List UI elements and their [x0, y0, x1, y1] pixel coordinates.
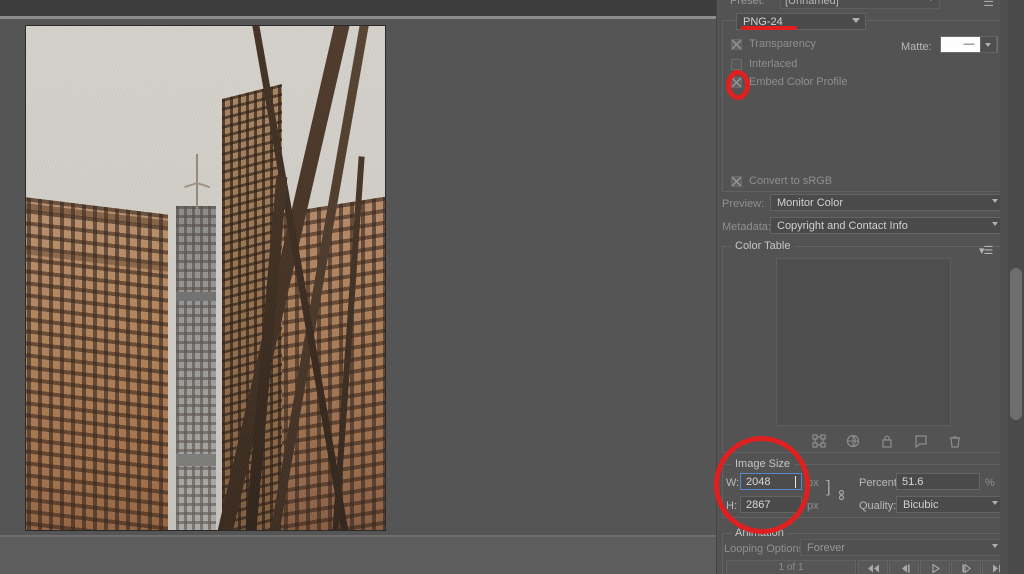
lock-color-icon[interactable] — [880, 434, 894, 448]
width-value: 2048 — [746, 476, 771, 488]
link-chain-icon[interactable] — [837, 488, 846, 502]
height-input[interactable]: 2867 — [740, 496, 802, 513]
quality-label: Quality: — [859, 500, 897, 512]
interlaced-label: Interlaced — [749, 58, 798, 70]
checkbox-icon[interactable] — [731, 39, 742, 50]
panel-right-edge — [1000, 0, 1008, 574]
looping-options-select[interactable]: Forever — [800, 539, 1004, 556]
animation-title: Animation — [731, 527, 788, 539]
preset-label: Preset: — [730, 0, 765, 7]
snap-to-web-palette-icon[interactable] — [812, 434, 826, 448]
canvas-footer — [0, 537, 716, 574]
chevron-down-icon — [992, 199, 998, 203]
chevron-down-icon — [928, 0, 934, 1]
panel-menu-icon[interactable]: ☰ — [983, 0, 994, 9]
preset-value: [Unnamed] — [785, 0, 839, 7]
panel-scrollbar-track[interactable] — [1008, 0, 1024, 574]
color-table-swatches[interactable] — [776, 258, 951, 426]
color-table-toolbar — [812, 434, 962, 448]
percent-value: 51.6 — [902, 476, 924, 488]
left-building — [26, 196, 168, 530]
preview-select[interactable]: Monitor Color — [770, 194, 1004, 211]
save-for-web-dialog: Preset: [Unnamed] ☰ PNG-24 Transparency … — [0, 0, 1024, 574]
chevron-down-icon — [985, 43, 991, 47]
metadata-select[interactable]: Copyright and Contact Info — [770, 217, 1004, 234]
web-shift-icon[interactable] — [846, 434, 860, 448]
center-tower — [176, 206, 216, 530]
next-frame-button[interactable] — [951, 560, 981, 574]
width-input[interactable]: 2048 — [740, 473, 802, 490]
panel-menu-icon[interactable]: ▾☰ — [979, 244, 993, 257]
chevron-down-icon — [992, 222, 998, 226]
height-unit: px — [807, 500, 819, 512]
checkbox-icon[interactable] — [731, 77, 742, 88]
frame-counter: 1 of 1 — [726, 560, 856, 574]
width-label: W: — [726, 477, 740, 489]
quality-select[interactable]: Bicubic — [896, 496, 1004, 513]
convert-to-srgb-label: Convert to sRGB — [749, 175, 833, 187]
image-size-title: Image Size — [731, 458, 795, 470]
looping-options-label: Looping Options: — [724, 543, 808, 555]
text-caret — [795, 476, 796, 488]
new-color-icon[interactable] — [914, 434, 928, 448]
metadata-value: Copyright and Contact Info — [777, 220, 908, 232]
first-frame-button[interactable] — [858, 560, 888, 574]
preview-label: Preview: — [722, 198, 765, 210]
chevron-down-icon — [992, 501, 998, 505]
percent-unit: % — [985, 477, 995, 489]
constrain-bracket: ] — [826, 477, 831, 496]
matte-value: — — [963, 38, 975, 50]
height-value: 2867 — [746, 499, 771, 511]
looping-options-value: Forever — [807, 542, 845, 554]
chevron-down-icon — [852, 18, 860, 23]
delete-color-icon[interactable] — [948, 434, 962, 448]
window-top-bar — [0, 0, 716, 16]
width-unit: px — [807, 477, 819, 489]
quality-value: Bicubic — [903, 499, 939, 511]
transparency-label: Transparency — [749, 38, 816, 50]
checkbox-icon[interactable] — [731, 176, 742, 187]
matte-label: Matte: — [901, 41, 932, 53]
matte-dropdown-button[interactable] — [980, 36, 997, 53]
preset-row: Preset: [Unnamed] ☰ — [724, 0, 1000, 10]
panel-scrollbar-thumb[interactable] — [1010, 268, 1022, 420]
previous-frame-button[interactable] — [889, 560, 919, 574]
frame-counter-value: 1 of 1 — [778, 562, 804, 573]
preview-area — [0, 0, 716, 574]
embed-color-profile-label: Embed Color Profile — [749, 76, 848, 88]
color-table-title: Color Table — [731, 240, 795, 252]
checkbox-icon[interactable] — [731, 59, 742, 70]
chevron-down-icon — [992, 544, 998, 548]
metadata-label: Metadata: — [722, 221, 771, 233]
preview-image[interactable] — [25, 25, 386, 531]
image-canvas[interactable] — [0, 19, 716, 535]
percent-label: Percent: — [859, 477, 900, 489]
play-button[interactable] — [920, 560, 950, 574]
png24-format-underline — [741, 26, 797, 30]
height-label: H: — [726, 500, 737, 512]
preset-select[interactable]: [Unnamed] — [780, 0, 940, 9]
preview-value: Monitor Color — [777, 197, 844, 209]
percent-input[interactable]: 51.6 — [896, 473, 980, 490]
